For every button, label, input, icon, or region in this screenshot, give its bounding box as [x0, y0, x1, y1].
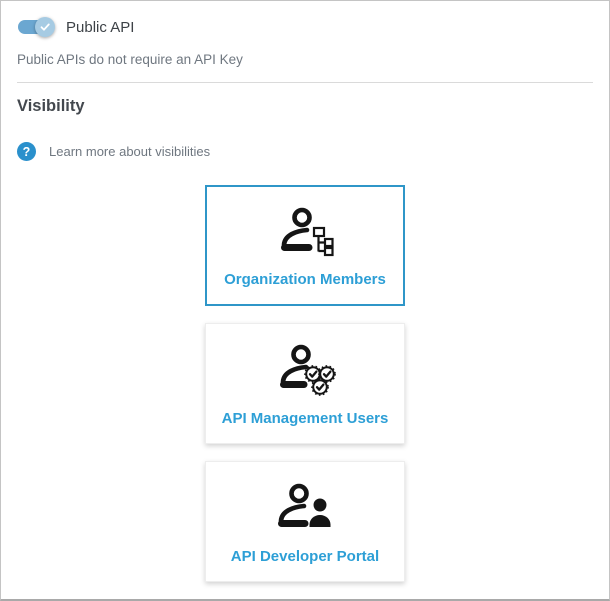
card-label: API Developer Portal — [230, 548, 380, 565]
help-icon[interactable]: ? — [17, 142, 36, 161]
visibility-cards: Organization Members API Management User… — [17, 185, 593, 582]
learn-more-row: ? Learn more about visibilities — [17, 142, 593, 161]
learn-more-text: Learn more about visibilities — [49, 144, 211, 159]
person-org-chart-icon — [274, 187, 336, 271]
visibility-heading: Visibility — [17, 97, 85, 115]
people-icon — [273, 462, 337, 548]
api-visibility-settings-panel: Public API Public APIs do not require an… — [0, 0, 610, 601]
toggle-thumb-check-icon — [35, 17, 55, 37]
card-label: Organization Members — [224, 271, 386, 288]
person-gears-icon — [274, 324, 336, 410]
public-api-label: Public API — [66, 18, 135, 36]
visibility-card-organization-members[interactable]: Organization Members — [205, 185, 405, 306]
visibility-card-api-developer-portal[interactable]: API Developer Portal — [205, 461, 405, 582]
public-api-toggle[interactable] — [17, 16, 55, 38]
card-label: API Management Users — [221, 410, 389, 427]
public-api-helper-text: Public APIs do not require an API Key — [17, 52, 243, 67]
public-api-toggle-row: Public API — [17, 16, 593, 38]
visibility-card-api-management-users[interactable]: API Management Users — [205, 323, 405, 444]
section-divider — [17, 82, 593, 83]
